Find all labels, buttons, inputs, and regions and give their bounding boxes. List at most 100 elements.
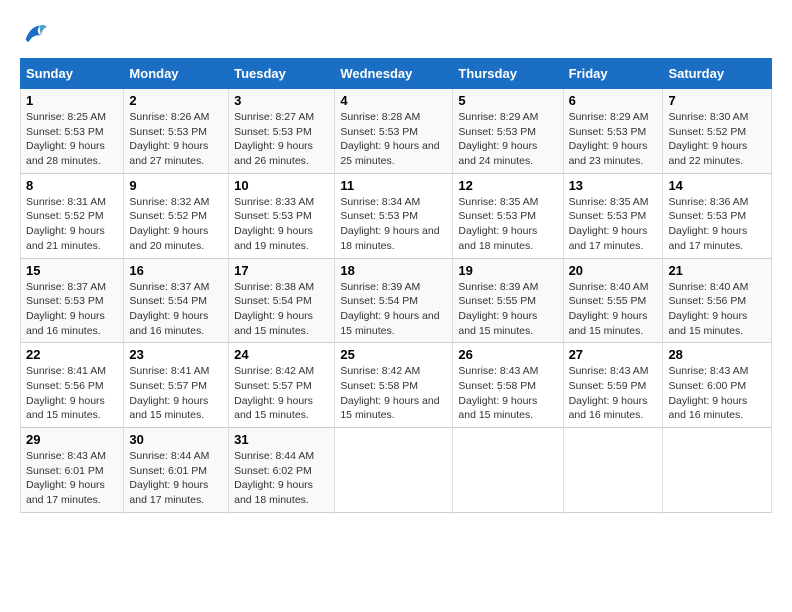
calendar-cell: 4 Sunrise: 8:28 AM Sunset: 5:53 PM Dayli…: [335, 89, 453, 174]
column-header-friday: Friday: [563, 59, 663, 89]
column-header-thursday: Thursday: [453, 59, 563, 89]
calendar-week-2: 8 Sunrise: 8:31 AM Sunset: 5:52 PM Dayli…: [21, 173, 772, 258]
sunset-time: Sunset: 5:57 PM: [129, 380, 207, 392]
daylight-hours: Daylight: 9 hours and 18 minutes.: [458, 225, 537, 252]
daylight-hours: Daylight: 9 hours and 15 minutes.: [340, 310, 439, 337]
day-number: 19: [458, 263, 557, 278]
day-info: Sunrise: 8:42 AM Sunset: 5:57 PM Dayligh…: [234, 364, 329, 423]
calendar-cell: 6 Sunrise: 8:29 AM Sunset: 5:53 PM Dayli…: [563, 89, 663, 174]
day-number: 6: [569, 93, 658, 108]
calendar-cell: 20 Sunrise: 8:40 AM Sunset: 5:55 PM Dayl…: [563, 258, 663, 343]
sunset-time: Sunset: 5:53 PM: [234, 210, 312, 222]
day-info: Sunrise: 8:43 AM Sunset: 5:59 PM Dayligh…: [569, 364, 658, 423]
daylight-hours: Daylight: 9 hours and 28 minutes.: [26, 140, 105, 167]
day-info: Sunrise: 8:43 AM Sunset: 5:58 PM Dayligh…: [458, 364, 557, 423]
sunset-time: Sunset: 5:56 PM: [26, 380, 104, 392]
sunrise-time: Sunrise: 8:36 AM: [668, 196, 748, 208]
calendar-cell: 22 Sunrise: 8:41 AM Sunset: 5:56 PM Dayl…: [21, 343, 124, 428]
sunrise-time: Sunrise: 8:41 AM: [26, 365, 106, 377]
day-number: 15: [26, 263, 118, 278]
sunrise-time: Sunrise: 8:43 AM: [569, 365, 649, 377]
day-info: Sunrise: 8:36 AM Sunset: 5:53 PM Dayligh…: [668, 195, 766, 254]
calendar-cell: [563, 428, 663, 513]
day-number: 7: [668, 93, 766, 108]
day-info: Sunrise: 8:44 AM Sunset: 6:02 PM Dayligh…: [234, 449, 329, 508]
daylight-hours: Daylight: 9 hours and 16 minutes.: [569, 395, 648, 422]
calendar-cell: 17 Sunrise: 8:38 AM Sunset: 5:54 PM Dayl…: [229, 258, 335, 343]
calendar-cell: [335, 428, 453, 513]
day-number: 10: [234, 178, 329, 193]
sunrise-time: Sunrise: 8:33 AM: [234, 196, 314, 208]
sunset-time: Sunset: 5:54 PM: [340, 295, 418, 307]
sunrise-time: Sunrise: 8:28 AM: [340, 111, 420, 123]
sunrise-time: Sunrise: 8:26 AM: [129, 111, 209, 123]
day-info: Sunrise: 8:37 AM Sunset: 5:54 PM Dayligh…: [129, 280, 223, 339]
sunrise-time: Sunrise: 8:44 AM: [129, 450, 209, 462]
sunrise-time: Sunrise: 8:42 AM: [340, 365, 420, 377]
sunset-time: Sunset: 5:56 PM: [668, 295, 746, 307]
calendar-cell: 31 Sunrise: 8:44 AM Sunset: 6:02 PM Dayl…: [229, 428, 335, 513]
day-info: Sunrise: 8:41 AM Sunset: 5:56 PM Dayligh…: [26, 364, 118, 423]
day-info: Sunrise: 8:26 AM Sunset: 5:53 PM Dayligh…: [129, 110, 223, 169]
daylight-hours: Daylight: 9 hours and 17 minutes.: [569, 225, 648, 252]
sunset-time: Sunset: 5:52 PM: [129, 210, 207, 222]
day-info: Sunrise: 8:31 AM Sunset: 5:52 PM Dayligh…: [26, 195, 118, 254]
day-info: Sunrise: 8:35 AM Sunset: 5:53 PM Dayligh…: [569, 195, 658, 254]
daylight-hours: Daylight: 9 hours and 15 minutes.: [26, 395, 105, 422]
sunset-time: Sunset: 5:54 PM: [129, 295, 207, 307]
sunrise-time: Sunrise: 8:35 AM: [569, 196, 649, 208]
day-number: 26: [458, 347, 557, 362]
day-number: 8: [26, 178, 118, 193]
sunrise-time: Sunrise: 8:41 AM: [129, 365, 209, 377]
sunset-time: Sunset: 5:58 PM: [340, 380, 418, 392]
day-number: 1: [26, 93, 118, 108]
column-header-wednesday: Wednesday: [335, 59, 453, 89]
sunrise-time: Sunrise: 8:37 AM: [26, 281, 106, 293]
sunset-time: Sunset: 5:55 PM: [569, 295, 647, 307]
day-number: 22: [26, 347, 118, 362]
sunrise-time: Sunrise: 8:25 AM: [26, 111, 106, 123]
column-header-saturday: Saturday: [663, 59, 772, 89]
daylight-hours: Daylight: 9 hours and 27 minutes.: [129, 140, 208, 167]
column-header-tuesday: Tuesday: [229, 59, 335, 89]
sunrise-time: Sunrise: 8:42 AM: [234, 365, 314, 377]
calendar-week-4: 22 Sunrise: 8:41 AM Sunset: 5:56 PM Dayl…: [21, 343, 772, 428]
calendar-cell: 23 Sunrise: 8:41 AM Sunset: 5:57 PM Dayl…: [124, 343, 229, 428]
day-info: Sunrise: 8:34 AM Sunset: 5:53 PM Dayligh…: [340, 195, 447, 254]
day-info: Sunrise: 8:29 AM Sunset: 5:53 PM Dayligh…: [458, 110, 557, 169]
daylight-hours: Daylight: 9 hours and 15 minutes.: [129, 395, 208, 422]
daylight-hours: Daylight: 9 hours and 25 minutes.: [340, 140, 439, 167]
sunrise-time: Sunrise: 8:31 AM: [26, 196, 106, 208]
day-number: 18: [340, 263, 447, 278]
sunrise-time: Sunrise: 8:43 AM: [458, 365, 538, 377]
daylight-hours: Daylight: 9 hours and 15 minutes.: [458, 395, 537, 422]
day-number: 20: [569, 263, 658, 278]
daylight-hours: Daylight: 9 hours and 21 minutes.: [26, 225, 105, 252]
sunrise-time: Sunrise: 8:39 AM: [458, 281, 538, 293]
calendar-cell: 10 Sunrise: 8:33 AM Sunset: 5:53 PM Dayl…: [229, 173, 335, 258]
day-number: 14: [668, 178, 766, 193]
day-number: 21: [668, 263, 766, 278]
day-info: Sunrise: 8:39 AM Sunset: 5:54 PM Dayligh…: [340, 280, 447, 339]
sunset-time: Sunset: 5:53 PM: [129, 126, 207, 138]
sunrise-time: Sunrise: 8:38 AM: [234, 281, 314, 293]
day-info: Sunrise: 8:25 AM Sunset: 5:53 PM Dayligh…: [26, 110, 118, 169]
day-info: Sunrise: 8:44 AM Sunset: 6:01 PM Dayligh…: [129, 449, 223, 508]
sunrise-time: Sunrise: 8:29 AM: [458, 111, 538, 123]
daylight-hours: Daylight: 9 hours and 15 minutes.: [668, 310, 747, 337]
daylight-hours: Daylight: 9 hours and 18 minutes.: [340, 225, 439, 252]
calendar-cell: [453, 428, 563, 513]
day-info: Sunrise: 8:32 AM Sunset: 5:52 PM Dayligh…: [129, 195, 223, 254]
day-info: Sunrise: 8:27 AM Sunset: 5:53 PM Dayligh…: [234, 110, 329, 169]
sunset-time: Sunset: 5:53 PM: [234, 126, 312, 138]
sunset-time: Sunset: 5:53 PM: [458, 210, 536, 222]
daylight-hours: Daylight: 9 hours and 17 minutes.: [26, 479, 105, 506]
daylight-hours: Daylight: 9 hours and 15 minutes.: [234, 395, 313, 422]
calendar-cell: 30 Sunrise: 8:44 AM Sunset: 6:01 PM Dayl…: [124, 428, 229, 513]
sunrise-time: Sunrise: 8:30 AM: [668, 111, 748, 123]
day-info: Sunrise: 8:41 AM Sunset: 5:57 PM Dayligh…: [129, 364, 223, 423]
sunset-time: Sunset: 5:57 PM: [234, 380, 312, 392]
day-info: Sunrise: 8:29 AM Sunset: 5:53 PM Dayligh…: [569, 110, 658, 169]
sunset-time: Sunset: 6:01 PM: [26, 465, 104, 477]
sunset-time: Sunset: 5:58 PM: [458, 380, 536, 392]
